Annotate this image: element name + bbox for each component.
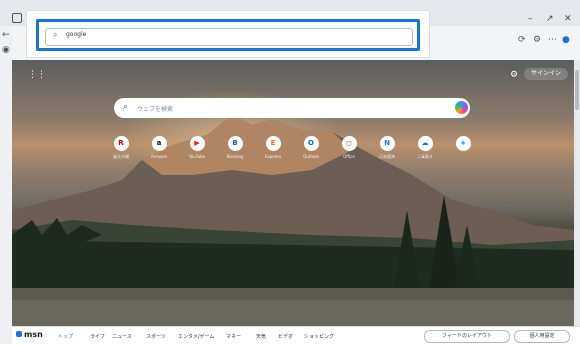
quick-link-icon: a [151, 136, 167, 151]
search-icon: ⌕ [53, 30, 58, 39]
quick-link-label: Amazon [150, 154, 168, 159]
quick-link-tile[interactable]: ◻ Office [330, 136, 368, 164]
feed-nav-item[interactable]: ライフ [90, 333, 105, 340]
extensions-icon[interactable]: ⚙ [533, 35, 541, 45]
quick-link-icon: R [113, 136, 129, 151]
quick-link-label: Booking [226, 154, 244, 159]
feed-nav-item[interactable]: マネー [226, 333, 241, 340]
feed-nav-item[interactable]: ビデオ [278, 333, 293, 340]
quick-link-tile[interactable]: ☁ 天気 [406, 136, 444, 164]
quick-link-icon: E [265, 136, 281, 151]
quick-link-label: Outlook [303, 154, 319, 159]
refresh-icon[interactable]: ⟳ [518, 35, 526, 45]
feed-nav-item[interactable]: トップ [58, 333, 73, 340]
feed-nav-item[interactable]: スポーツ [146, 333, 166, 340]
profile-icon[interactable]: ● [562, 35, 570, 45]
quick-link-tile[interactable]: B Booking [216, 136, 254, 164]
quick-link-label: 日本経済 [379, 154, 395, 159]
quick-link-label: 天気 [421, 154, 429, 159]
quick-link-label: 楽天市場 [113, 154, 129, 159]
signin-button[interactable]: サインイン [524, 68, 568, 80]
msn-logo-icon [16, 331, 22, 337]
msn-brand[interactable]: msn [24, 330, 43, 339]
quick-link-tile[interactable]: ▶ YouTube [178, 136, 216, 164]
personalize-button[interactable]: 個人用設定 [514, 330, 570, 343]
quick-link-icon: O [303, 136, 319, 151]
scrollbar-thumb[interactable] [575, 70, 579, 110]
workspaces-icon[interactable]: ◉ [2, 45, 10, 55]
quick-link-tile[interactable]: R 楽天市場 [102, 136, 140, 164]
quick-link-label: YouTube [188, 154, 206, 159]
feed-nav-item[interactable]: 天気 [256, 333, 266, 340]
back-icon[interactable]: ← [2, 30, 10, 40]
quick-link-tile[interactable]: N 日本経済 [368, 136, 406, 164]
quick-link-tile[interactable]: a Amazon [140, 136, 178, 164]
feed-nav-item[interactable]: エンタメ/ゲーム [178, 333, 214, 340]
page-settings-icon[interactable]: ⚙ [510, 70, 518, 80]
quick-link-tile[interactable]: + [444, 136, 482, 164]
quick-link-label: Office [343, 154, 355, 159]
quick-link-icon: + [455, 136, 471, 151]
close-icon[interactable]: ✕ [564, 14, 572, 24]
more-icon[interactable]: ⋯ [548, 35, 557, 45]
address-bar-text[interactable]: google [66, 31, 86, 38]
left-rail [0, 26, 12, 344]
quick-link-icon: ▶ [189, 136, 205, 151]
tab-actions-icon[interactable] [12, 13, 22, 23]
quick-link-label: Expedia [265, 154, 281, 159]
feed-nav-item[interactable]: ショッピング [304, 333, 334, 340]
minimize-icon[interactable]: – [528, 14, 533, 24]
search-icon: ⌕ [123, 102, 129, 112]
restore-icon[interactable]: ↗ [546, 14, 554, 24]
quick-link-icon: B [227, 136, 243, 151]
quick-link-icon: ◻ [341, 136, 357, 151]
quick-link-tile[interactable]: E Expedia [254, 136, 292, 164]
apps-launcher-icon[interactable]: ⋮⋮ [28, 70, 46, 80]
quick-link-icon: ☁ [417, 136, 433, 151]
address-bar[interactable] [45, 28, 413, 46]
copilot-icon[interactable] [455, 101, 468, 114]
quick-link-icon: N [379, 136, 395, 151]
feed-layout-button[interactable]: フィードのレイアウト [424, 330, 510, 343]
feed-nav-item[interactable]: ニュース [112, 333, 132, 340]
search-placeholder[interactable]: ウェブを検索 [137, 104, 173, 113]
quick-link-tile[interactable]: O Outlook [292, 136, 330, 164]
